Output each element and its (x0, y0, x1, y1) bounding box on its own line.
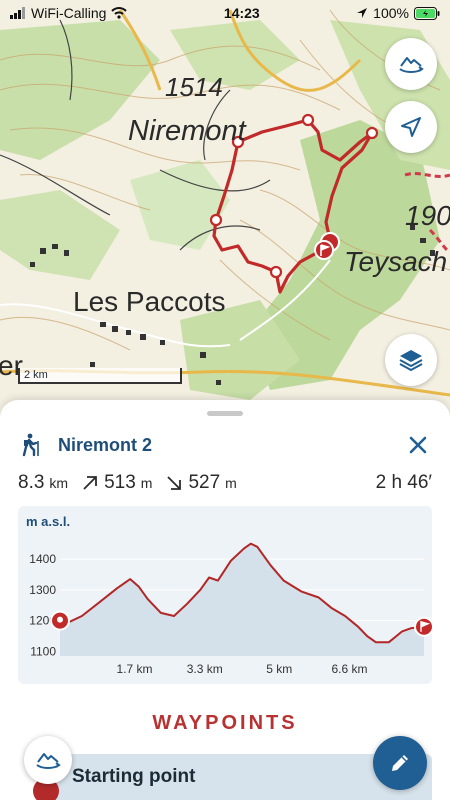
route-stats: 8.3 km 513 m 527 m 2 h 46′ (18, 472, 432, 498)
descent-stat: 527 m (166, 472, 237, 494)
terrain-view-fab[interactable] (24, 736, 72, 784)
battery-icon (413, 6, 440, 20)
location-services-icon (357, 8, 368, 18)
map-layers-button[interactable] (385, 334, 437, 386)
distance-unit: km (49, 475, 69, 491)
layers-icon (399, 350, 423, 372)
route-header: Niremont 2 (20, 430, 435, 460)
elevation-chart-svg: m a.s.l.14001300120011001.7 km 3.3 km 5 km… (26, 514, 432, 676)
route-detail-sheet: Niremont 2 8.3 km 513 m 527 m 2 h 46′ m … (0, 400, 450, 800)
chart-title: m a.s.l. (26, 514, 70, 529)
map-label-niremont: Niremont (128, 115, 246, 147)
hiker-icon (22, 433, 39, 457)
cellular-signal-icon (10, 7, 25, 19)
elevation-profile-chart[interactable]: m a.s.l. 1400 1300 1200 1100 1.7 km 3.3 km 5 km… (18, 506, 432, 684)
duration-stat: 2 h 46′ (376, 472, 432, 494)
pencil-icon (392, 755, 408, 771)
topographic-map (0, 0, 450, 420)
terrain-3d-icon (36, 753, 61, 769)
descent-unit: m (225, 475, 237, 491)
ascent-unit: m (140, 475, 153, 491)
distance-stat: 8.3 km (18, 472, 68, 494)
sheet-grabber-handle[interactable] (207, 411, 243, 416)
locate-me-button[interactable] (385, 101, 437, 153)
ascent-stat: 513 m (82, 472, 152, 494)
waypoint-title: Starting point (72, 766, 196, 787)
duration-value: 2 h 46′ (375, 472, 432, 493)
y-tick-label: 1100 (30, 644, 56, 658)
close-button[interactable] (405, 432, 431, 458)
map-scale-label: 2 km (24, 369, 48, 381)
terrain-3d-button[interactable] (385, 38, 437, 90)
descent-arrow-icon (167, 476, 182, 490)
location-arrow-icon (401, 117, 421, 137)
terrain-3d-icon (399, 57, 424, 73)
waypoints-heading: WAYPOINTS (152, 712, 298, 734)
wifi-icon (111, 7, 128, 19)
status-bar: WiFi-Calling 14:23 100% (0, 0, 450, 26)
map-view[interactable]: 1514 Niremont Les Paccots Teysach 190 er… (0, 0, 450, 420)
x-tick-label: 1.7 km (117, 662, 153, 676)
x-tick-label: 5 km (266, 662, 292, 676)
x-tick-label: 3.3 km (187, 662, 223, 676)
y-tick-label: 1400 (29, 552, 56, 566)
distance-value: 8.3 (18, 472, 45, 493)
ascent-value: 513 (104, 472, 136, 493)
map-scale-bar: 2 km (18, 368, 182, 384)
clock: 14:23 (223, 5, 260, 21)
elevation-area (60, 543, 424, 656)
start-marker-dot (57, 616, 63, 623)
carrier-label: WiFi-Calling (31, 5, 107, 21)
descent-value: 527 (188, 472, 221, 493)
ascent-arrow-icon (83, 476, 97, 490)
map-label-elevation: 190 (405, 200, 450, 231)
edit-route-button[interactable] (373, 736, 427, 790)
map-label-teysachaux: Teysach (344, 246, 448, 277)
map-label-altitude: 1514 (165, 72, 223, 102)
x-tick-label: 6.6 km (331, 662, 367, 676)
y-tick-label: 1300 (29, 583, 56, 597)
route-title: Niremont 2 (58, 434, 153, 455)
battery-percent: 100% (373, 5, 409, 21)
close-icon (409, 436, 427, 454)
map-label-les-paccots: Les Paccots (73, 286, 226, 317)
finish-marker (414, 616, 432, 637)
